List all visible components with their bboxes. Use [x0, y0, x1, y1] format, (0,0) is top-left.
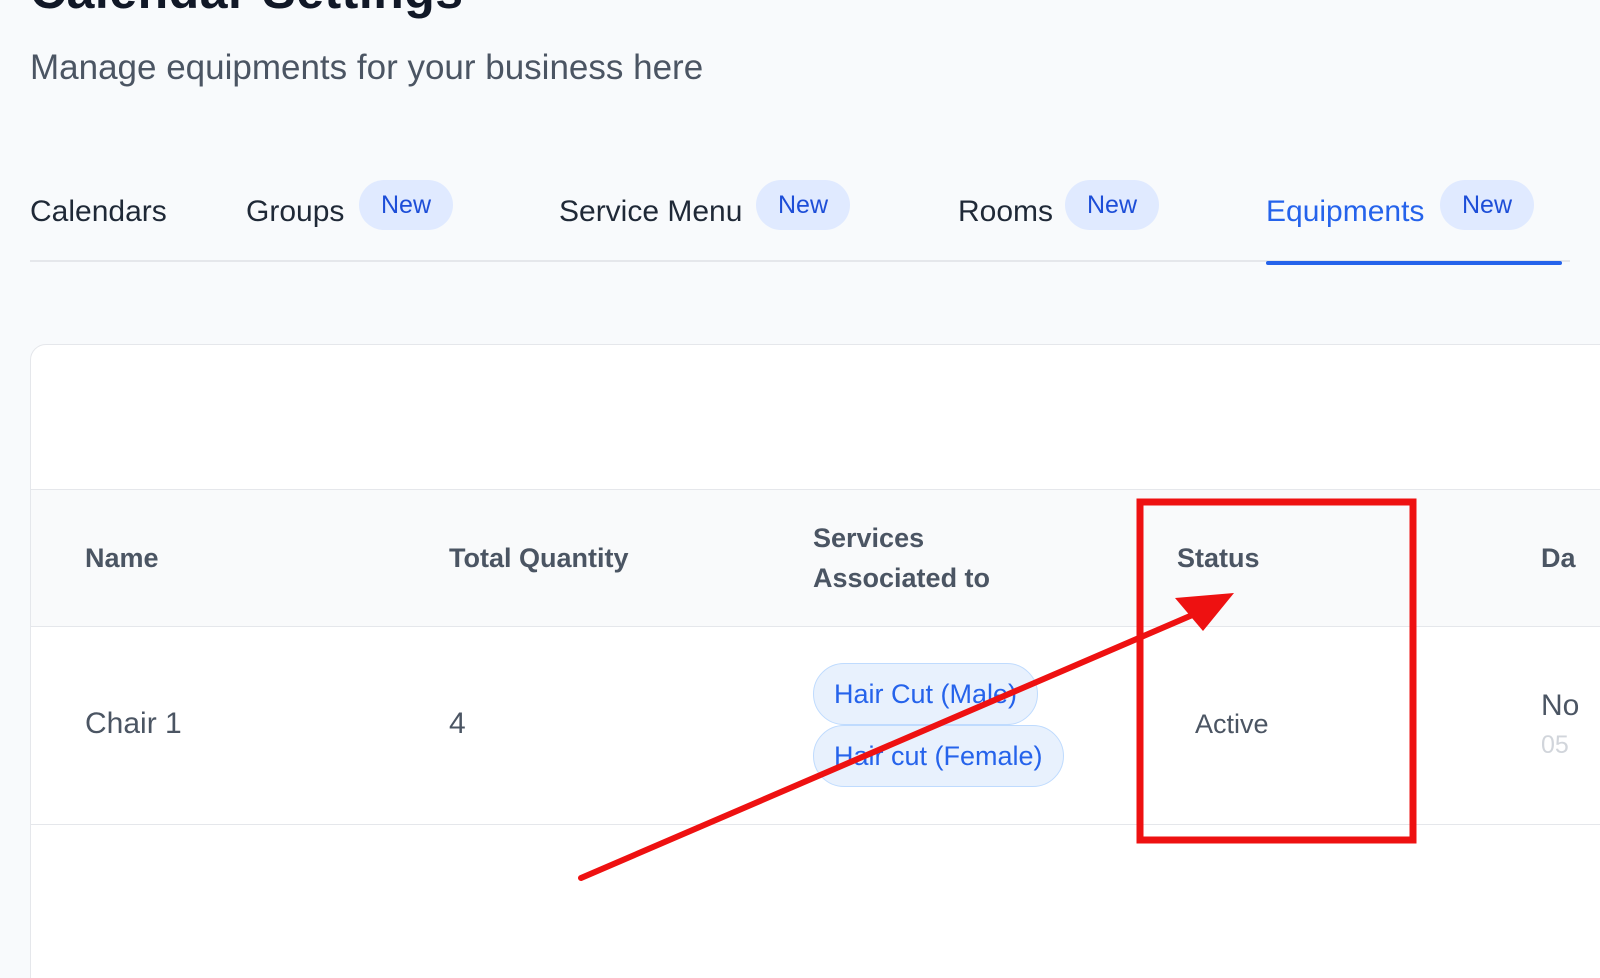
settings-tabs: Calendars Groups New Service Menu New Ro… — [30, 170, 1570, 265]
column-header-status[interactable]: Status — [1177, 538, 1260, 578]
total-quantity: 4 — [449, 707, 466, 740]
new-badge: New — [1065, 180, 1160, 230]
date-value: No — [1541, 689, 1580, 722]
table-header: Name Total Quantity Services Associated … — [31, 489, 1600, 627]
tab-label: Rooms — [958, 195, 1054, 228]
column-header-date[interactable]: Da — [1541, 538, 1576, 578]
service-chip[interactable]: Hair Cut (Male) — [813, 663, 1039, 725]
status-value: Active — [1195, 709, 1269, 739]
column-header-total-quantity[interactable]: Total Quantity — [449, 538, 629, 578]
page-subtitle: Manage equipments for your business here — [30, 48, 704, 87]
tab-equipments[interactable]: Equipments New — [1266, 170, 1562, 265]
tab-label: Groups — [246, 195, 345, 228]
service-chip[interactable]: Hair cut (Female) — [813, 725, 1064, 787]
page-title: Calendar Settings — [30, 0, 464, 20]
tab-label: Equipments — [1266, 195, 1425, 228]
new-badge: New — [1440, 180, 1535, 230]
column-header-name[interactable]: Name — [85, 538, 159, 578]
column-header-services[interactable]: Services — [813, 518, 924, 558]
tab-rooms[interactable]: Rooms New — [958, 170, 1168, 262]
equipment-name: Chair 1 — [85, 707, 182, 740]
column-header-associated-to[interactable]: Associated to — [813, 558, 990, 598]
date-subvalue: 05 — [1541, 731, 1569, 759]
tab-label: Service Menu — [559, 195, 743, 228]
tab-groups[interactable]: Groups New — [246, 170, 486, 262]
tab-label: Calendars — [30, 195, 167, 228]
new-badge: New — [359, 180, 454, 230]
tab-service-menu[interactable]: Service Menu New — [559, 170, 859, 262]
equipments-card: Name Total Quantity Services Associated … — [30, 344, 1600, 978]
active-tab-indicator — [1266, 261, 1562, 265]
new-badge: New — [756, 180, 851, 230]
tab-calendars[interactable]: Calendars — [30, 170, 190, 262]
table-row[interactable]: Chair 1 4 Hair Cut (Male) Hair cut (Fema… — [31, 627, 1600, 825]
